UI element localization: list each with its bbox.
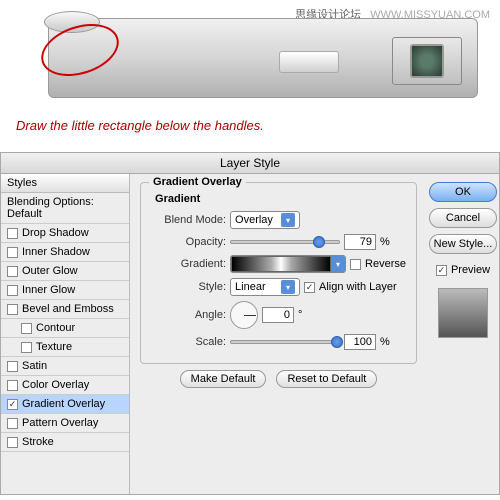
blend-mode-select[interactable]: Overlay▾ [230,211,300,229]
style-label: Inner Shadow [22,246,90,258]
style-label: Pattern Overlay [22,417,98,429]
style-label: Gradient Overlay [22,398,105,410]
style-checkbox[interactable] [21,323,32,334]
style-item[interactable]: ✓ Gradient Overlay [1,395,129,414]
gradient-overlay-panel: Gradient Overlay Gradient Blend Mode: Ov… [130,174,427,494]
blending-options[interactable]: Blending Options: Default [1,193,129,224]
style-checkbox[interactable] [7,437,18,448]
style-checkbox[interactable] [7,361,18,372]
style-item[interactable]: Texture [1,338,129,357]
style-item[interactable]: Inner Glow [1,281,129,300]
style-item[interactable]: Stroke [1,433,129,452]
align-checkbox[interactable]: ✓ [304,282,315,293]
sub-title: Gradient [155,193,406,205]
instruction-text: Draw the little rectangle below the hand… [16,118,492,133]
style-label: Style: [151,281,226,293]
style-checkbox[interactable] [7,285,18,296]
preview-swatch [438,288,488,338]
group-title: Gradient Overlay [149,176,246,188]
styles-list: Styles Blending Options: Default Drop Sh… [1,174,130,494]
scale-input[interactable]: 100 [344,334,376,350]
gradient-label: Gradient: [151,258,226,270]
dialog-title: Layer Style [1,153,499,174]
preview-checkbox[interactable]: ✓ [436,265,447,276]
style-label: Drop Shadow [22,227,89,239]
opacity-slider[interactable] [230,240,340,244]
style-checkbox[interactable] [7,418,18,429]
gradient-picker[interactable]: ▾ [230,255,346,273]
style-label: Color Overlay [22,379,89,391]
style-label: Bevel and Emboss [22,303,114,315]
style-item[interactable]: Inner Shadow [1,243,129,262]
style-item[interactable]: Pattern Overlay [1,414,129,433]
style-item[interactable]: Bevel and Emboss [1,300,129,319]
camera-illustration [8,18,492,110]
reverse-label: Reverse [365,258,406,270]
style-checkbox[interactable] [7,266,18,277]
style-item[interactable]: Outer Glow [1,262,129,281]
opacity-input[interactable]: 79 [344,234,376,250]
style-checkbox[interactable]: ✓ [7,399,18,410]
style-checkbox[interactable] [21,342,32,353]
style-label: Contour [36,322,75,334]
style-label: Stroke [22,436,54,448]
styles-header[interactable]: Styles [1,174,129,193]
angle-label: Angle: [151,309,226,321]
reverse-checkbox[interactable] [350,259,361,270]
align-label: Align with Layer [319,281,397,293]
style-label: Satin [22,360,47,372]
preview-label: Preview [451,264,490,276]
style-label: Inner Glow [22,284,75,296]
style-select[interactable]: Linear▾ [230,278,300,296]
style-checkbox[interactable] [7,304,18,315]
scale-label: Scale: [151,336,226,348]
reset-default-button[interactable]: Reset to Default [276,370,377,388]
ok-button[interactable]: OK [429,182,497,202]
style-item[interactable]: Drop Shadow [1,224,129,243]
style-checkbox[interactable] [7,247,18,258]
scale-slider[interactable] [230,340,340,344]
cancel-button[interactable]: Cancel [429,208,497,228]
right-button-panel: OK Cancel New Style... ✓ Preview [427,174,499,494]
angle-dial[interactable] [230,301,258,329]
style-label: Texture [36,341,72,353]
style-item[interactable]: Contour [1,319,129,338]
blend-mode-label: Blend Mode: [151,214,226,226]
opacity-label: Opacity: [151,236,226,248]
style-checkbox[interactable] [7,380,18,391]
angle-input[interactable]: 0 [262,307,294,323]
style-item[interactable]: Color Overlay [1,376,129,395]
new-style-button[interactable]: New Style... [429,234,497,254]
style-checkbox[interactable] [7,228,18,239]
make-default-button[interactable]: Make Default [180,370,267,388]
layer-style-dialog: Layer Style Styles Blending Options: Def… [0,152,500,495]
style-item[interactable]: Satin [1,357,129,376]
style-label: Outer Glow [22,265,78,277]
